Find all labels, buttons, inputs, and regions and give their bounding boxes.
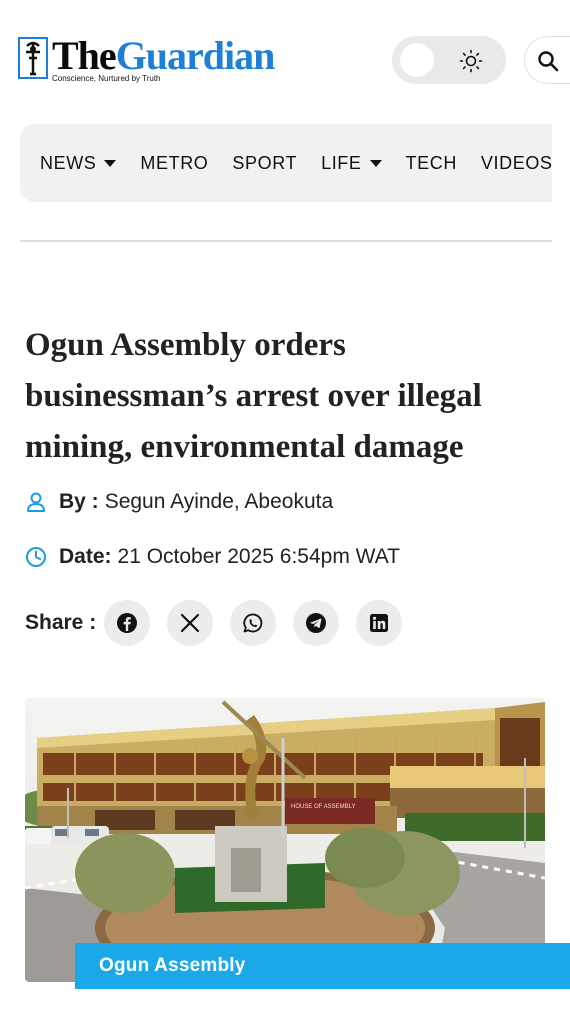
nav-item-label: METRO	[140, 152, 209, 173]
guardian-logo[interactable]: TheGuardian Conscience, Nurtured by Trut…	[18, 33, 276, 83]
assembly-sign: HOUSE OF ASSEMBLY	[291, 804, 356, 810]
date-label: Date:	[59, 545, 112, 568]
nav-item-metro[interactable]: METRO	[140, 153, 208, 174]
article-title: Ogun Assembly orders businessman’s arres…	[25, 327, 482, 465]
nav-item-news[interactable]: NEWS	[40, 152, 117, 174]
telegram-icon	[306, 613, 327, 633]
share-x-button[interactable]	[167, 600, 214, 646]
linkedin-icon	[370, 614, 389, 632]
nav-item-tech[interactable]: TECH	[406, 153, 457, 174]
site-header: TheGuardian Conscience, Nurtured by Trut…	[0, 0, 570, 120]
nav-item-sport[interactable]: SPORT	[232, 153, 297, 174]
article-date: Date: 21 October 2025 6:54pm WAT	[25, 545, 400, 569]
article-hero-image[interactable]: HOUSE OF ASSEMBLY	[25, 698, 545, 982]
nav-item-label: TECH	[405, 152, 457, 173]
search-icon	[538, 51, 559, 72]
logo-the: The	[52, 33, 117, 78]
sun-icon[interactable]	[458, 48, 484, 74]
article-category-tag[interactable]: Ogun Assembly	[75, 943, 570, 989]
nav-item-label: SPORT	[232, 152, 298, 173]
chevron-down-icon	[369, 159, 382, 167]
whatsapp-icon	[243, 613, 263, 633]
nav-item-label: VIDEOS	[480, 152, 553, 173]
chevron-down-icon	[104, 159, 117, 167]
share-linkedin-button[interactable]	[356, 600, 403, 646]
logo-emblem-icon	[18, 37, 48, 79]
category-tag-label: Ogun Assembly	[99, 955, 246, 976]
user-icon	[27, 492, 45, 512]
clock-icon	[26, 547, 46, 567]
assembly-building-photo: HOUSE OF ASSEMBLY	[25, 698, 545, 982]
nav-item-life[interactable]: LIFE	[321, 152, 382, 174]
article-byline: By : Segun Ayinde, Abeokuta	[25, 490, 333, 514]
share-telegram-button[interactable]	[293, 600, 340, 646]
logo-tagline: Conscience, Nurtured by Truth	[52, 74, 161, 83]
facebook-icon	[117, 613, 138, 633]
nav-item-label: LIFE	[321, 152, 362, 173]
search-button[interactable]	[524, 36, 570, 84]
header-divider	[20, 240, 552, 242]
date-value: 21 October 2025 6:54pm WAT	[117, 545, 400, 568]
x-icon	[181, 613, 200, 633]
byline-label: By :	[59, 490, 99, 513]
nav-item-label: NEWS	[40, 152, 97, 173]
share-bar: Share :	[25, 600, 419, 646]
toggle-knob	[400, 43, 434, 77]
logo-guardian: Guardian	[115, 33, 276, 78]
main-nav: NEWS METRO SPORT LIFE TECH VIDEOS	[20, 124, 552, 202]
share-facebook-button[interactable]	[104, 600, 151, 646]
theme-toggle[interactable]	[392, 36, 506, 84]
share-whatsapp-button[interactable]	[230, 600, 277, 646]
author-name[interactable]: Segun Ayinde, Abeokuta	[105, 490, 333, 514]
nav-item-videos[interactable]: VIDEOS	[481, 153, 553, 174]
share-label: Share :	[25, 611, 97, 634]
